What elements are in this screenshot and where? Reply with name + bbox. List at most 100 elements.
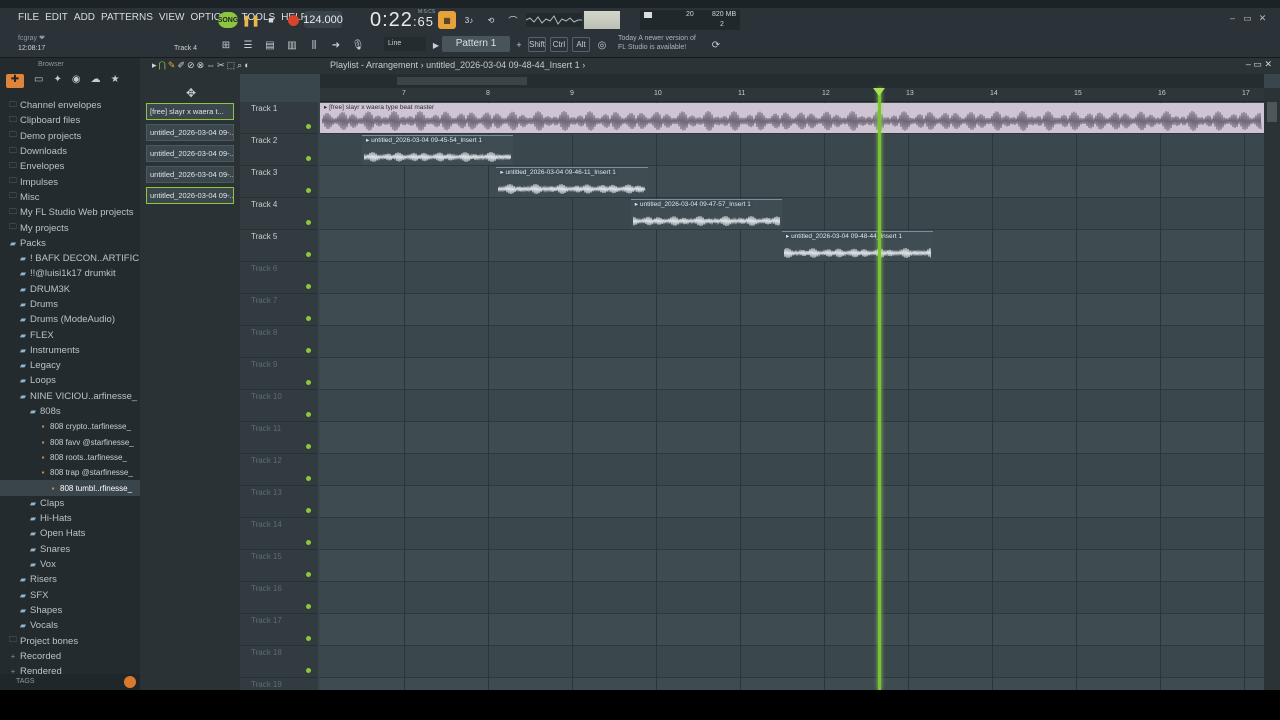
track-mute-led[interactable] xyxy=(306,444,311,449)
minimize-icon[interactable]: – xyxy=(1227,13,1238,24)
track-mute-led[interactable] xyxy=(306,316,311,321)
search-icon[interactable] xyxy=(124,676,136,688)
track-label[interactable]: Track 14 xyxy=(240,518,318,550)
track-lane[interactable] xyxy=(320,390,1264,422)
track-mute-led[interactable] xyxy=(306,380,311,385)
picker-item[interactable]: [free] slayr x waera t... xyxy=(146,103,234,120)
track-label[interactable]: Track 13 xyxy=(240,486,318,518)
browser-item[interactable]: ▰ DRUM3K xyxy=(0,282,140,297)
browser-plugins-icon[interactable]: ✦ xyxy=(53,74,61,90)
track-label[interactable]: Track 3 xyxy=(240,166,318,198)
add-pattern-icon[interactable]: + xyxy=(511,37,527,53)
slip-icon[interactable]: ⇔ xyxy=(206,60,215,71)
track-label[interactable]: Track 10 xyxy=(240,390,318,422)
overview-scroll-thumb[interactable] xyxy=(397,77,527,85)
alt-key-button[interactable]: Alt xyxy=(572,37,590,52)
select-icon[interactable]: ⬚ xyxy=(227,60,236,71)
browser-item[interactable]: ▪ 808 tumbl..rfinesse_ xyxy=(0,480,140,496)
pattern-selector[interactable]: Pattern 1 xyxy=(442,36,510,52)
track-label[interactable]: Track 7 xyxy=(240,294,318,326)
browser-item[interactable]: ▰ Risers xyxy=(0,572,140,587)
browser-item[interactable]: ▰ Shapes xyxy=(0,603,140,618)
track-label[interactable]: Track 16 xyxy=(240,582,318,614)
blend-notes-icon[interactable]: ⌒ xyxy=(504,11,522,29)
maximize-icon[interactable]: ▭ xyxy=(1242,13,1253,24)
slice-icon[interactable]: ✂ xyxy=(217,60,225,71)
track-label[interactable]: Track 5 xyxy=(240,230,318,262)
audio-clip[interactable]: ▸ untitled_2026-03-04 09-45-54_Insert 1 xyxy=(362,135,514,165)
browser-item[interactable]: ▰ Snares xyxy=(0,542,140,557)
track-lane[interactable] xyxy=(320,326,1264,358)
picker-item[interactable]: untitled_2026-03-04 09-... xyxy=(146,145,234,162)
track-lane[interactable] xyxy=(320,518,1264,550)
browser-item[interactable]: ▰ FLEX xyxy=(0,327,140,342)
snap-icon[interactable]: ⊞ xyxy=(218,37,234,53)
browser-item[interactable]: 🗀 My projects xyxy=(0,220,140,235)
browser-favorites-icon[interactable]: ★ xyxy=(111,74,120,90)
ctrl-key-button[interactable]: Ctrl xyxy=(550,37,568,52)
browser-item[interactable]: ▪ 808 crypto..tarfinesse_ xyxy=(0,419,140,434)
news-icon[interactable]: ◎ xyxy=(594,37,610,53)
track-mute-led[interactable] xyxy=(306,188,311,193)
track-mute-led[interactable] xyxy=(306,412,311,417)
track-label[interactable]: Track 12 xyxy=(240,454,318,486)
track-mute-led[interactable] xyxy=(306,668,311,673)
browser-item[interactable]: ▰ Vocals xyxy=(0,618,140,633)
mixer-icon[interactable]: ⫼ xyxy=(306,37,322,53)
browser-item[interactable]: ▪ 808 trap @starfinesse_ xyxy=(0,465,140,480)
menu-edit[interactable]: EDIT xyxy=(45,12,68,23)
browser-item[interactable]: ▰ !!@luisi1k17 drumkit xyxy=(0,266,140,281)
browser-item[interactable]: ▰ Vox xyxy=(0,557,140,572)
track-lane[interactable] xyxy=(320,294,1264,326)
browser-item[interactable]: + Recorded xyxy=(0,649,140,664)
stop-icon[interactable]: ■ xyxy=(262,11,280,29)
news-panel[interactable]: Today A newer version of FL Studio is av… xyxy=(618,34,696,52)
picker-move-icon[interactable]: ✥ xyxy=(186,86,196,100)
track-lane[interactable] xyxy=(320,166,1264,198)
track-lane[interactable] xyxy=(320,614,1264,646)
browser-item[interactable]: 🗀 Envelopes xyxy=(0,159,140,174)
track-mute-led[interactable] xyxy=(306,636,311,641)
play-icon[interactable]: ▸ xyxy=(152,60,157,71)
browser-tags[interactable]: TAGS xyxy=(0,674,140,690)
browser-item[interactable]: ▰ Drums (ModeAudio) xyxy=(0,312,140,327)
track-mute-led[interactable] xyxy=(306,348,311,353)
track-mute-led[interactable] xyxy=(306,220,311,225)
microphone-icon[interactable]: 🎙 xyxy=(350,37,366,53)
track-lane[interactable] xyxy=(320,582,1264,614)
track-label[interactable]: Track 11 xyxy=(240,422,318,454)
browser-item[interactable]: 🗀 Channel envelopes xyxy=(0,98,140,113)
browser-cloud-icon[interactable]: ☁ xyxy=(91,74,101,90)
track-label[interactable]: Track 2 xyxy=(240,134,318,166)
zoom-icon[interactable]: ⌕ xyxy=(237,60,242,71)
browser-current-icon[interactable]: ▭ xyxy=(34,74,43,90)
song-mode-toggle[interactable]: SONG xyxy=(218,12,238,28)
browser-item[interactable]: 🗀 Demo projects xyxy=(0,129,140,144)
browser-database-icon[interactable]: ◉ xyxy=(72,74,81,90)
playhead-line[interactable] xyxy=(877,88,881,690)
browser-item[interactable]: ▰! BAFK DECON..ARTIFICIAL xyxy=(0,251,140,266)
pencil-icon[interactable]: ✎ xyxy=(168,60,176,71)
browser-item[interactable]: 🗀 Project bones xyxy=(0,633,140,648)
track-label[interactable]: Track 9 xyxy=(240,358,318,390)
track-label[interactable]: Track 8 xyxy=(240,326,318,358)
track-mute-led[interactable] xyxy=(306,124,311,129)
track-label[interactable]: Track 6 xyxy=(240,262,318,294)
picker-item[interactable]: untitled_2026-03-04 09-... xyxy=(146,187,234,204)
menu-patterns[interactable]: PATTERNS xyxy=(101,12,153,23)
tempo-display[interactable]: 124.000 xyxy=(303,11,343,28)
browser-item[interactable]: 🗀 Misc xyxy=(0,190,140,205)
browser-item[interactable]: ▰ Instruments xyxy=(0,343,140,358)
track-mute-led[interactable] xyxy=(306,252,311,257)
master-volume-slider[interactable] xyxy=(584,11,620,29)
mute-icon[interactable]: ⊗ xyxy=(197,60,205,71)
track-label[interactable]: Track 18 xyxy=(240,646,318,678)
browser-item[interactable]: ▰ Packs xyxy=(0,236,140,251)
track-lane[interactable] xyxy=(320,358,1264,390)
playlist-close-icon[interactable]: ✕ xyxy=(1264,59,1272,69)
browser-item[interactable]: 🗀 Clipboard files xyxy=(0,113,140,128)
countdown-icon[interactable]: 3♪ xyxy=(460,11,478,29)
browser-item[interactable]: ▰ 808s xyxy=(0,404,140,419)
menu-view[interactable]: VIEW xyxy=(159,12,185,23)
track-lane[interactable] xyxy=(320,646,1264,678)
